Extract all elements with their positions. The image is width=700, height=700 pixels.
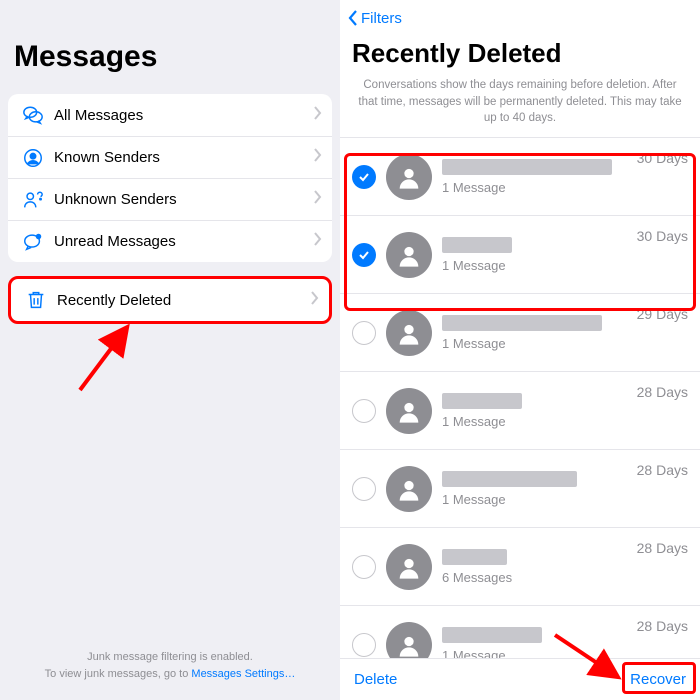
person-question-icon <box>18 189 48 211</box>
message-count: 1 Message <box>442 180 637 195</box>
message-count: 1 Message <box>442 648 637 658</box>
avatar <box>386 310 432 356</box>
message-count: 1 Message <box>442 336 637 351</box>
conversation-row[interactable]: 1 Message 28 Days <box>340 605 700 658</box>
contact-name-redacted <box>442 237 512 253</box>
avatar <box>386 622 432 658</box>
back-button[interactable]: Filters <box>348 10 402 27</box>
conversation-info: 1 Message <box>442 627 637 658</box>
chevron-right-icon <box>311 291 319 310</box>
chevron-right-icon <box>314 148 322 167</box>
nav-bar: Filters <box>340 0 700 36</box>
days-remaining: 29 Days <box>637 294 688 322</box>
page-title: Messages <box>8 0 332 94</box>
chat-badge-icon <box>18 231 48 253</box>
filter-all-messages[interactable]: All Messages <box>8 94 332 136</box>
conversation-row[interactable]: 1 Message30 Days <box>340 215 700 293</box>
selection-checkbox[interactable] <box>352 633 376 657</box>
conversation-info: 1 Message <box>442 159 637 195</box>
days-remaining: 28 Days <box>637 606 688 634</box>
conversation-info: 1 Message <box>442 471 637 507</box>
contact-name-redacted <box>442 549 507 565</box>
filter-unknown-senders[interactable]: Unknown Senders <box>8 178 332 220</box>
bottom-toolbar: Delete Recover <box>340 658 700 700</box>
filter-known-senders[interactable]: Known Senders <box>8 136 332 178</box>
filter-unread-messages[interactable]: Unread Messages <box>8 220 332 262</box>
filter-label: Unread Messages <box>48 233 314 250</box>
recover-button[interactable]: Recover <box>630 671 686 688</box>
back-label: Filters <box>361 10 402 27</box>
chevron-right-icon <box>314 106 322 125</box>
avatar <box>386 466 432 512</box>
filter-label: Known Senders <box>48 149 314 166</box>
selection-checkbox[interactable] <box>352 321 376 345</box>
avatar <box>386 232 432 278</box>
conversation-info: 1 Message <box>442 237 637 273</box>
recently-deleted-pane: Filters Recently Deleted Conversations s… <box>340 0 700 700</box>
trash-icon <box>21 289 51 311</box>
delete-button[interactable]: Delete <box>354 671 397 688</box>
selection-checkbox[interactable] <box>352 399 376 423</box>
contact-name-redacted <box>442 471 577 487</box>
page-title: Recently Deleted <box>340 36 700 77</box>
chevron-left-icon <box>348 10 358 26</box>
days-remaining: 28 Days <box>637 528 688 556</box>
days-remaining: 28 Days <box>637 372 688 400</box>
selection-checkbox[interactable] <box>352 165 376 189</box>
chevron-right-icon <box>314 232 322 251</box>
avatar <box>386 544 432 590</box>
days-remaining: 30 Days <box>637 216 688 244</box>
message-count: 1 Message <box>442 414 637 429</box>
filter-recently-deleted[interactable]: Recently Deleted <box>11 279 329 321</box>
info-text: Conversations show the days remaining be… <box>340 77 700 137</box>
days-remaining: 28 Days <box>637 450 688 478</box>
message-count: 6 Messages <box>442 570 637 585</box>
chevron-right-icon <box>314 190 322 209</box>
contact-name-redacted <box>442 159 612 175</box>
person-circle-icon <box>18 147 48 169</box>
conversation-row[interactable]: 1 Message28 Days <box>340 449 700 527</box>
footer-line2: To view junk messages, go to Messages Se… <box>0 666 340 683</box>
conversation-row[interactable]: 6 Messages28 Days <box>340 527 700 605</box>
conversation-row[interactable]: 1 Message29 Days <box>340 293 700 371</box>
avatar <box>386 154 432 200</box>
selection-checkbox[interactable] <box>352 555 376 579</box>
recently-deleted-group: Recently Deleted <box>8 276 332 324</box>
contact-name-redacted <box>442 315 602 331</box>
avatar <box>386 388 432 434</box>
conversations-list: 1 Message30 Days1 Message30 Days1 Messag… <box>340 137 700 658</box>
messages-settings-link[interactable]: Messages Settings… <box>191 668 295 680</box>
filter-label: All Messages <box>48 107 314 124</box>
footer-line1: Junk message filtering is enabled. <box>0 649 340 666</box>
chat-bubbles-icon <box>18 104 48 126</box>
filter-label: Recently Deleted <box>51 292 311 309</box>
footer-note: Junk message filtering is enabled. To vi… <box>0 649 340 682</box>
days-remaining: 30 Days <box>637 138 688 166</box>
conversation-info: 1 Message <box>442 393 637 429</box>
conversation-row[interactable]: 1 Message28 Days <box>340 371 700 449</box>
contact-name-redacted <box>442 393 522 409</box>
filters-list: All Messages Known Senders Unknown Sende… <box>8 94 332 262</box>
conversation-info: 1 Message <box>442 315 637 351</box>
selection-checkbox[interactable] <box>352 477 376 501</box>
conversation-row[interactable]: 1 Message30 Days <box>340 137 700 215</box>
annotation-arrow-icon <box>70 320 140 400</box>
conversation-info: 6 Messages <box>442 549 637 585</box>
messages-filters-pane: Messages All Messages Known Senders Unkn… <box>0 0 340 700</box>
filter-label: Unknown Senders <box>48 191 314 208</box>
contact-name-redacted <box>442 627 542 643</box>
message-count: 1 Message <box>442 492 637 507</box>
message-count: 1 Message <box>442 258 637 273</box>
selection-checkbox[interactable] <box>352 243 376 267</box>
